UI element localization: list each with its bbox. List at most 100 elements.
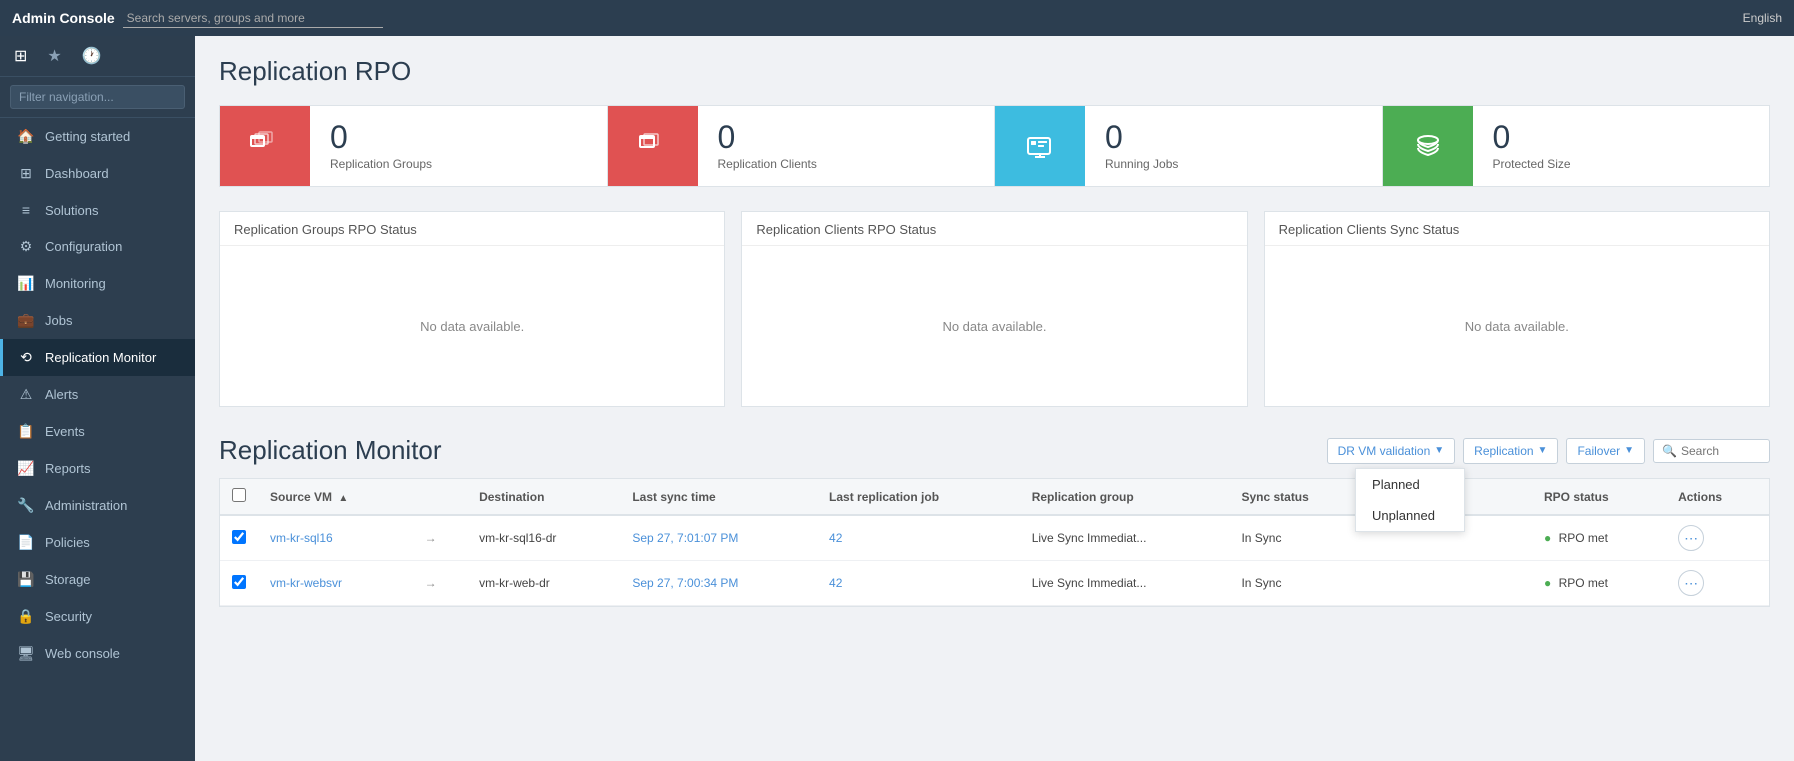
row-checkbox-cell [220,515,258,561]
sidebar-item-alerts[interactable]: ⚠ Alerts [0,376,195,413]
row-checkbox[interactable] [232,530,246,544]
sort-asc-icon: ▲ [338,493,348,504]
replication-monitor-section: Replication Monitor DR VM validation ▼ R… [219,435,1770,607]
sidebar-item-administration[interactable]: 🔧 Administration [0,487,195,524]
sidebar: ⊞ ★ 🕐 🏠 Getting started ⊞ Dashboard ≡ So… [0,36,195,761]
jobs-icon: 💼 [17,312,35,329]
star-icon-btn[interactable]: ★ [45,44,63,68]
main-content: Replication RPO 0 Replication Groups [195,36,1794,761]
storage-icon: 💾 [17,571,35,588]
replication-job-link[interactable]: 42 [829,531,842,545]
sidebar-item-monitoring[interactable]: 📊 Monitoring [0,265,195,302]
events-icon: 📋 [17,423,35,440]
rpo-status-cell: ● RPO met [1532,515,1666,561]
section-controls: DR VM validation ▼ Replication ▼ Failove… [1327,438,1770,464]
rpo-panel-clients-rpo-title: Replication Clients RPO Status [742,212,1246,246]
actions-cell: ⋯ [1666,561,1769,606]
source-vm-link[interactable]: vm-kr-sql16 [270,531,333,545]
th-source-vm[interactable]: Source VM ▲ [258,479,413,515]
search-icon: 🔍 [1662,444,1677,458]
sidebar-item-label: Events [45,424,85,439]
source-vm-cell: vm-kr-sql16 [258,515,413,561]
sidebar-item-web-console[interactable]: 🖥 Web console [0,635,195,672]
th-last-sync-time: Last sync time [620,479,817,515]
sidebar-item-label: Administration [45,498,127,513]
last-sync-time-cell: Sep 27, 7:00:34 PM [620,561,817,606]
sidebar-item-label: Solutions [45,203,98,218]
stat-card-running-jobs: 0 Running Jobs [995,106,1383,186]
administration-icon: 🔧 [17,497,35,514]
failover-unplanned-item[interactable]: Unplanned [1356,500,1464,531]
table-row: vm-kr-websvr → vm-kr-web-dr Sep 27, 7:00… [220,561,1769,606]
stat-card-content: 0 Replication Clients [698,121,837,171]
sidebar-item-policies[interactable]: 📄 Policies [0,524,195,561]
sidebar-item-storage[interactable]: 💾 Storage [0,561,195,598]
sidebar-item-solutions[interactable]: ≡ Solutions [0,192,195,228]
failover-filter[interactable]: Failover ▼ [1566,438,1645,464]
sync-time-link[interactable]: Sep 27, 7:00:34 PM [632,576,738,590]
sidebar-item-security[interactable]: 🔒 Security [0,598,195,635]
th-rpo-status: RPO status [1532,479,1666,515]
sync-time-link[interactable]: Sep 27, 7:01:07 PM [632,531,738,545]
rpo-met-dot: ● [1544,576,1551,590]
table-header-row: Source VM ▲ Destination Last sync time L… [220,479,1769,515]
no-data-text: No data available. [420,319,524,334]
rpo-panel-clients-sync-title: Replication Clients Sync Status [1265,212,1769,246]
app-title: Admin Console [12,10,115,26]
sidebar-item-label: Getting started [45,129,130,144]
row-checkbox[interactable] [232,575,246,589]
filter-navigation-input[interactable] [10,85,185,109]
th-arrow [413,479,467,515]
rpo-panels: Replication Groups RPO Status No data av… [219,211,1770,407]
grid-icon-btn[interactable]: ⊞ [12,44,29,68]
row-actions-button[interactable]: ⋯ [1678,570,1704,596]
rpo-panel-clients-rpo-body: No data available. [742,246,1246,406]
policies-icon: 📄 [17,534,35,551]
replication-job-link[interactable]: 42 [829,576,842,590]
stat-cards: 0 Replication Groups 0 Replication Clien… [219,105,1770,187]
sidebar-item-reports[interactable]: 📈 Reports [0,450,195,487]
source-vm-link[interactable]: vm-kr-websvr [270,576,342,590]
sidebar-item-jobs[interactable]: 💼 Jobs [0,302,195,339]
replication-monitor-icon: ⟲ [17,349,35,366]
sidebar-item-dashboard[interactable]: ⊞ Dashboard [0,155,195,192]
table-search-box: 🔍 [1653,439,1770,463]
sync-status-cell: In Sync [1229,561,1367,606]
replication-groups-icon [220,106,310,186]
last-sync-time-cell: Sep 27, 7:01:07 PM [620,515,817,561]
language-selector[interactable]: English [1743,11,1782,25]
rpo-panel-groups-title: Replication Groups RPO Status [220,212,724,246]
th-sync-status: Sync status [1229,479,1367,515]
global-search-input[interactable] [123,9,383,28]
replication-monitor-table: Source VM ▲ Destination Last sync time L… [219,478,1770,607]
history-icon-btn[interactable]: 🕐 [80,44,104,68]
sidebar-item-configuration[interactable]: ⚙ Configuration [0,228,195,265]
stat-card-content: 0 Replication Groups [310,121,452,171]
th-destination: Destination [467,479,620,515]
rpo-panel-groups-status: Replication Groups RPO Status No data av… [219,211,725,407]
configuration-icon: ⚙ [17,238,35,255]
table-search-input[interactable] [1681,444,1761,458]
solutions-icon: ≡ [17,202,35,218]
protected-size-icon [1383,106,1473,186]
sidebar-item-replication-monitor[interactable]: ⟲ Replication Monitor [0,339,195,376]
failover-planned-item[interactable]: Planned [1356,469,1464,500]
rpo-panel-clients-sync-body: No data available. [1265,246,1769,406]
row-actions-button[interactable]: ⋯ [1678,525,1704,551]
row-checkbox-cell [220,561,258,606]
sidebar-item-events[interactable]: 📋 Events [0,413,195,450]
sidebar-item-label: Configuration [45,239,122,254]
sidebar-item-label: Reports [45,461,91,476]
sidebar-item-getting-started[interactable]: 🏠 Getting started [0,118,195,155]
table-row: vm-kr-sql16 → vm-kr-sql16-dr Sep 27, 7:0… [220,515,1769,561]
replication-filter[interactable]: Replication ▼ [1463,438,1558,464]
failover-label: Failover [1577,444,1620,458]
failover-filter-container: Failover ▼ Planned Unplanned [1566,438,1645,464]
stat-card-replication-groups: 0 Replication Groups [220,106,608,186]
replication-clients-number: 0 [718,121,817,153]
select-all-checkbox[interactable] [232,488,246,502]
page-title: Replication RPO [219,56,1770,87]
rpo-met-dot: ● [1544,531,1551,545]
sidebar-icon-bar: ⊞ ★ 🕐 [0,36,195,77]
dr-vm-validation-filter[interactable]: DR VM validation ▼ [1327,438,1456,464]
